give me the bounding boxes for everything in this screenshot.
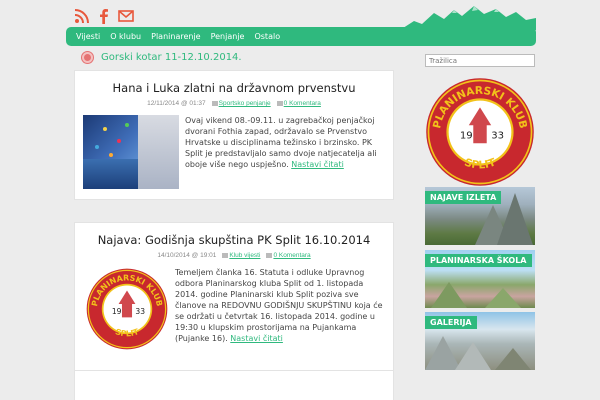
comment-icon	[276, 100, 283, 106]
read-more-link[interactable]: Nastavi čitati	[291, 160, 344, 169]
nav-item-o-klubu[interactable]: O klubu	[110, 32, 141, 41]
post-category-link[interactable]: Sportsko penjanje	[219, 100, 271, 107]
category-title[interactable]: Gorski kotar 11-12.10.2014.	[101, 52, 242, 63]
logo-year-right: 33	[491, 131, 504, 142]
post-excerpt: Ovaj vikend 08.-09.11. u zagrebačkoj pen…	[185, 116, 377, 169]
post-card: Najava: Godišnja skupština PK Split 16.1…	[74, 222, 394, 392]
tile-label: PLANINARSKA ŠKOLA	[425, 254, 532, 267]
rss-icon[interactable]	[74, 8, 90, 24]
record-dot-icon	[82, 52, 93, 63]
post-thumbnail[interactable]	[83, 115, 179, 189]
post-title[interactable]: Najava: Godišnja skupština PK Split 16.1…	[75, 233, 393, 247]
email-icon[interactable]	[118, 8, 134, 24]
read-more-link[interactable]: Nastavi čitati	[230, 334, 283, 343]
search-input[interactable]	[425, 54, 535, 67]
post-date: 12/11/2014 @ 01:37	[147, 100, 206, 107]
facebook-icon[interactable]	[96, 8, 112, 24]
post-meta: 14/10/2014 @ 19:01 Klub vijesti 0 Koment…	[75, 252, 393, 259]
post-comments-link[interactable]: 0 Komentara	[273, 252, 310, 259]
nav-item-vijesti[interactable]: Vijesti	[76, 32, 100, 41]
folder-icon	[211, 100, 218, 106]
comment-icon	[266, 252, 273, 258]
sidebar-tile-najave-izleta[interactable]: NAJAVE IZLETA	[425, 187, 535, 245]
logo-year-left: 19	[112, 307, 122, 316]
sidebar-tile-galerija[interactable]: GALERIJA	[425, 312, 535, 370]
nav-item-planinarenje[interactable]: Planinarenje	[151, 32, 200, 41]
nav-item-penjanje[interactable]: Penjanje	[211, 32, 245, 41]
tile-label: NAJAVE IZLETA	[425, 191, 502, 204]
post-excerpt: Temeljem članka 16. Statuta i odluke Upr…	[175, 268, 383, 343]
folder-icon	[222, 252, 229, 258]
post-body: Ovaj vikend 08.-09.11. u zagrebačkoj pen…	[75, 115, 393, 189]
logo-year-right: 33	[135, 307, 145, 316]
main-navigation: Vijesti O klubu Planinarenje Penjanje Os…	[66, 27, 536, 46]
tile-label: GALERIJA	[425, 316, 477, 329]
club-logo: 19 33 PLANINARSKI KLUB SPLIT	[426, 78, 534, 186]
post-card	[74, 370, 394, 400]
club-logo-image[interactable]: 19 33 PLANINARSKI KLUB SPLIT	[85, 267, 169, 351]
logo-year-left: 19	[460, 131, 473, 142]
nav-item-ostalo[interactable]: Ostalo	[254, 32, 280, 41]
sidebar-tile-planinarska-skola[interactable]: PLANINARSKA ŠKOLA	[425, 250, 535, 308]
post-body: 19 33 PLANINARSKI KLUB SPLIT Temeljem čl…	[75, 267, 393, 351]
post-card: Hana i Luka zlatni na državnom prvenstvu…	[74, 70, 394, 200]
post-meta: 12/11/2014 @ 01:37 Sportsko penjanje 0 K…	[75, 100, 393, 107]
post-date: 14/10/2014 @ 19:01	[157, 252, 217, 259]
post-comments-link[interactable]: 0 Komentara	[284, 100, 321, 107]
post-title[interactable]: Hana i Luka zlatni na državnom prvenstvu	[75, 81, 393, 95]
post-category-link[interactable]: Klub vijesti	[229, 252, 260, 259]
social-icons	[74, 8, 134, 24]
category-heading: Gorski kotar 11-12.10.2014.	[82, 52, 242, 63]
